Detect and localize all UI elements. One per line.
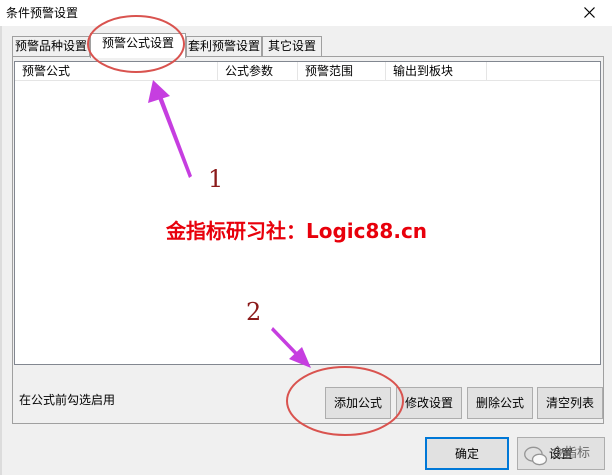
- watermark-caption: 金指标研习社：Logic88.cn: [166, 219, 428, 243]
- step-1-label: 1: [208, 165, 224, 193]
- tab-other-settings[interactable]: 其它设置: [262, 36, 322, 57]
- add-formula-button[interactable]: 添加公式: [325, 387, 391, 419]
- formula-list[interactable]: 预警公式 公式参数 预警范围 输出到板块: [14, 61, 601, 365]
- chat-bubble-icon: [524, 446, 548, 466]
- delete-formula-button[interactable]: 删除公式: [467, 387, 533, 419]
- window-title: 条件预警设置: [6, 6, 79, 20]
- close-button[interactable]: [572, 0, 606, 24]
- ok-button[interactable]: 确定: [425, 437, 509, 470]
- tab-alert-formulas[interactable]: 预警公式设置: [90, 33, 186, 58]
- tab-alert-symbols[interactable]: 预警品种设置: [12, 36, 90, 57]
- column-header-range[interactable]: 预警范围: [298, 62, 386, 80]
- source-logo: 金指标: [521, 441, 611, 475]
- column-header-formula[interactable]: 预警公式: [15, 62, 218, 80]
- clear-list-button[interactable]: 清空列表: [537, 387, 603, 419]
- title-bar: 条件预警设置: [0, 0, 612, 26]
- column-header-output-block[interactable]: 输出到板块: [386, 62, 487, 80]
- modify-settings-button[interactable]: 修改设置: [396, 387, 462, 419]
- list-header: 预警公式 公式参数 预警范围 输出到板块: [15, 62, 600, 81]
- column-header-params[interactable]: 公式参数: [218, 62, 298, 80]
- enable-hint: 在公式前勾选启用: [19, 393, 116, 407]
- window-left-edge: [0, 26, 2, 475]
- logo-text: 金指标: [551, 446, 591, 461]
- tab-arbitrage-alerts[interactable]: 套利预警设置: [186, 36, 262, 57]
- close-icon: [583, 6, 595, 18]
- step-2-label: 2: [246, 298, 262, 326]
